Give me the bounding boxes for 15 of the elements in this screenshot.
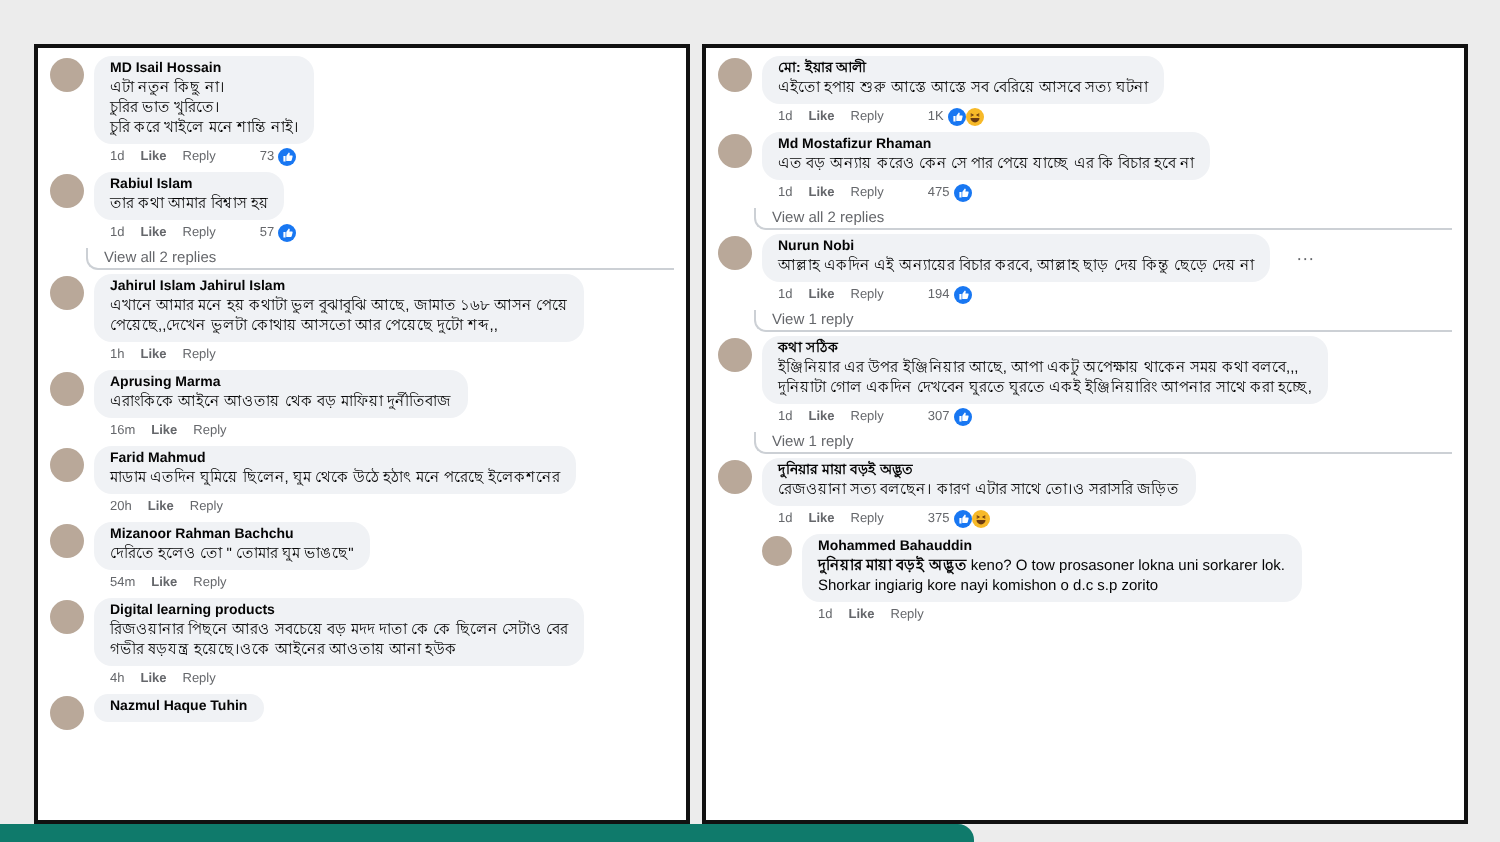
avatar[interactable] xyxy=(718,236,752,270)
avatar[interactable] xyxy=(718,338,752,372)
avatar[interactable] xyxy=(50,600,84,634)
avatar[interactable] xyxy=(50,372,84,406)
avatar[interactable] xyxy=(50,696,84,730)
avatar[interactable] xyxy=(50,524,84,558)
avatar[interactable] xyxy=(718,134,752,168)
avatar[interactable] xyxy=(718,460,752,494)
avatar[interactable] xyxy=(718,58,752,92)
avatar[interactable] xyxy=(50,276,84,310)
avatar[interactable] xyxy=(50,58,84,92)
avatar[interactable] xyxy=(50,174,84,208)
avatar[interactable] xyxy=(762,536,792,566)
more-options-button[interactable]: ··· xyxy=(1296,248,1315,268)
avatar[interactable] xyxy=(50,448,84,482)
